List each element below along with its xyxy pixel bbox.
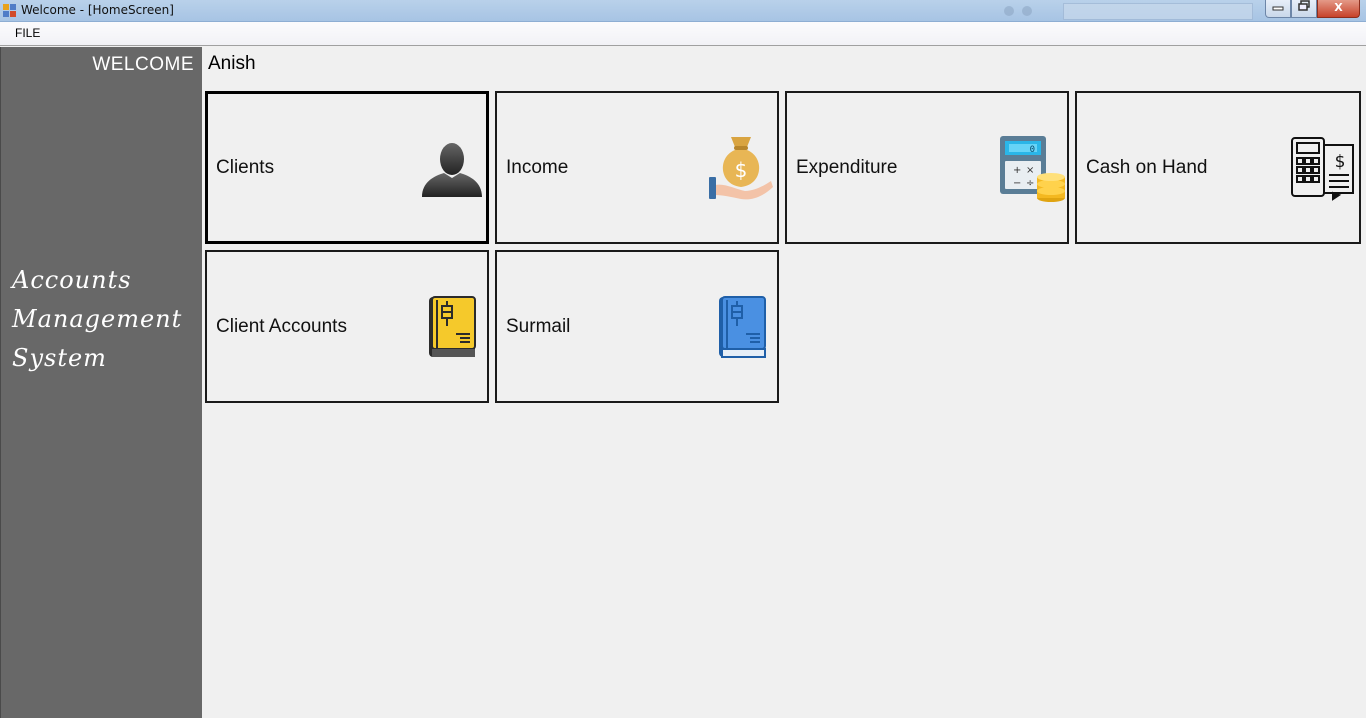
svg-text:×: ×: [1026, 165, 1034, 176]
tile-label: Cash on Hand: [1086, 157, 1208, 178]
menu-bar: FILE: [0, 22, 1366, 46]
surmail-tile[interactable]: Surmail: [495, 250, 779, 403]
minimize-icon: [1272, 6, 1284, 11]
clients-tile[interactable]: Clients: [205, 91, 489, 244]
svg-text:÷: ÷: [1026, 178, 1034, 189]
cash-on-hand-tile[interactable]: Cash on Hand $: [1075, 91, 1361, 244]
app-name-line: System: [12, 344, 107, 372]
app-name-line: Management: [12, 305, 183, 333]
welcome-label: WELCOME: [92, 54, 194, 75]
background-search-box: [1063, 3, 1253, 20]
close-button[interactable]: X: [1317, 0, 1360, 18]
sidebar: WELCOME Accounts Management System: [0, 47, 202, 718]
money-bag-hand-icon: $: [709, 137, 773, 200]
app-name: Accounts Management System: [12, 261, 202, 378]
app-name-line: Accounts: [12, 266, 132, 294]
tile-label: Expenditure: [796, 157, 898, 178]
tile-label: Surmail: [506, 316, 571, 337]
restore-icon: [1298, 0, 1310, 11]
maximize-button[interactable]: [1291, 0, 1317, 18]
tile-label: Income: [506, 157, 569, 178]
window-title: Welcome - [HomeScreen]: [21, 3, 174, 17]
calculator-coins-icon: 0 + × − ÷: [1000, 136, 1065, 202]
svg-text:−: −: [1013, 178, 1021, 189]
app-icon: [3, 4, 17, 18]
person-silhouette-icon: [422, 143, 482, 197]
menu-file[interactable]: FILE: [9, 26, 46, 40]
user-name: Anish: [208, 53, 256, 74]
svg-text:0: 0: [1030, 145, 1035, 155]
yellow-ledger-book-icon: [429, 296, 476, 357]
blue-ledger-book-icon: [719, 296, 766, 358]
window-controls: X: [1265, 0, 1360, 18]
minimize-button[interactable]: [1265, 0, 1291, 18]
income-tile[interactable]: Income $: [495, 91, 779, 244]
expenditure-tile[interactable]: Expenditure 0 + × − ÷: [785, 91, 1069, 244]
svg-text:+: +: [1013, 165, 1021, 176]
tile-label: Clients: [216, 157, 275, 178]
cash-register-icon: $: [1291, 137, 1354, 201]
client-accounts-tile[interactable]: Client Accounts: [205, 250, 489, 403]
background-window-icons: [1004, 6, 1036, 16]
tile-label: Client Accounts: [216, 316, 347, 337]
svg-text:$: $: [1335, 152, 1346, 172]
close-icon: X: [1334, 1, 1343, 14]
title-bar: Welcome - [HomeScreen] X: [0, 0, 1366, 22]
svg-text:$: $: [735, 158, 748, 182]
